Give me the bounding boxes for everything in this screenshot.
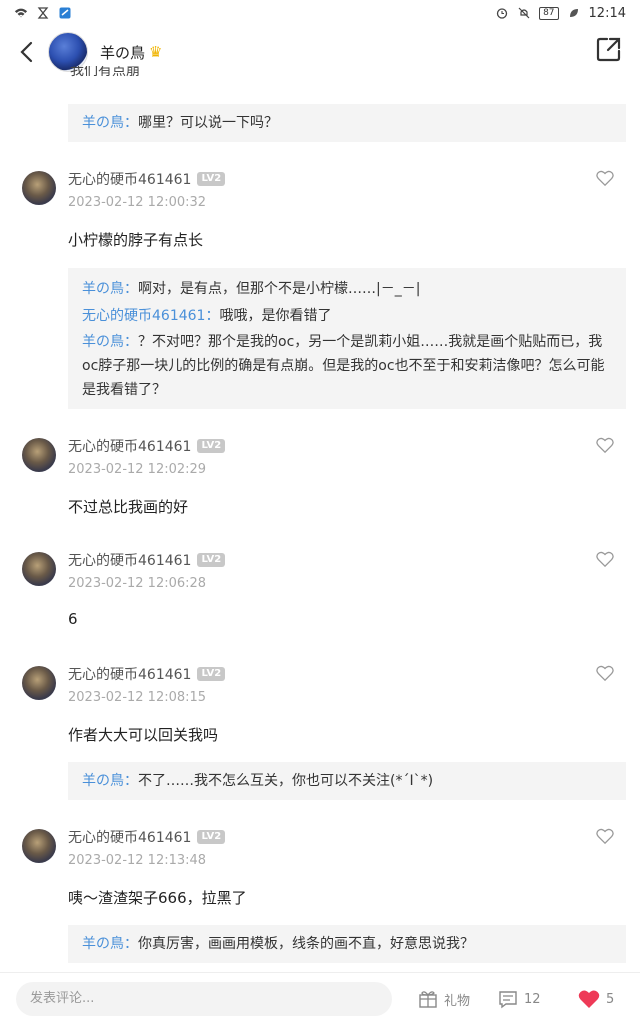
reply-author[interactable]: 羊の鳥：	[82, 334, 138, 350]
heart-icon[interactable]	[596, 827, 614, 845]
level-badge: LV2	[197, 553, 226, 567]
like-count: 5	[606, 991, 615, 1007]
mute-icon	[518, 7, 530, 19]
level-badge: LV2	[197, 667, 226, 681]
leaf-icon	[569, 9, 578, 17]
commenter-name[interactable]: 无心的硬币461461 LV2	[68, 827, 226, 847]
share-external-icon	[596, 37, 621, 62]
commenter-avatar[interactable]	[22, 552, 56, 586]
comment-timestamp: 2023-02-12 12:02:29	[68, 462, 207, 477]
comment-timestamp: 2023-02-12 12:13:48	[68, 853, 207, 868]
reply-box[interactable]: 羊の鳥：你真厉害，画画用模板，线条的画不直，好意思说我？	[68, 925, 626, 963]
author-name-text: 羊の鳥	[100, 43, 146, 62]
commenter-avatar[interactable]	[22, 829, 56, 863]
reply-line: 羊の鳥：啊对，是有点，但那个不是小柠檬……|－_－|	[82, 276, 612, 303]
reply-author[interactable]: 羊の鳥：	[82, 281, 138, 297]
bottom-action-bar: 礼物 12 5	[0, 972, 640, 1024]
commenter-avatar[interactable]	[22, 438, 56, 472]
comment-input[interactable]	[16, 981, 392, 1016]
crown-icon: ♛	[149, 43, 163, 61]
comment-text: 不过总比我画的好	[68, 498, 189, 516]
comment-text: 咦～渣渣架子666，拉黑了	[68, 889, 247, 907]
commenter-name[interactable]: 无心的硬币461461 LV2	[68, 550, 226, 570]
commenter-name-text: 无心的硬币461461	[68, 667, 192, 683]
reply-box[interactable]: 羊の鳥：哪里？可以说一下吗？	[68, 104, 626, 142]
level-badge: LV2	[197, 439, 226, 453]
reply-line: 羊の鳥：？不对吧？那个是我的oc，另一个是凯莉小姐……我就是画个贴贴而已，我oc…	[82, 330, 612, 402]
commenter-name-text: 无心的硬币461461	[68, 172, 192, 188]
commenter-name-text: 无心的硬币461461	[68, 830, 192, 846]
gift-button[interactable]: 礼物	[418, 989, 470, 1009]
comments-button[interactable]: 12	[498, 989, 541, 1009]
comment-timestamp: 2023-02-12 12:00:32	[68, 195, 207, 210]
comment-text: 6	[68, 610, 78, 628]
heart-icon[interactable]	[596, 550, 614, 568]
back-button[interactable]	[12, 32, 40, 72]
status-time: 12:14	[588, 5, 626, 21]
reply-author[interactable]: 无心的硬币461461：	[82, 308, 219, 324]
heart-icon[interactable]	[596, 169, 614, 187]
comment-count: 12	[524, 991, 541, 1007]
gift-label: 礼物	[444, 993, 471, 1009]
comment-bubble-icon	[499, 991, 517, 1009]
commenter-name[interactable]: 无心的硬币461461 LV2	[68, 664, 226, 684]
heart-icon[interactable]	[596, 436, 614, 454]
reply-text: 你真厉害，画画用模板，线条的画不直，好意思说我？	[138, 936, 474, 952]
reply-box[interactable]: 羊の鳥：不了……我不怎么互关，你也可以不关注(*´I`*)	[68, 762, 626, 800]
alarm-icon	[496, 8, 508, 19]
reply-author[interactable]: 羊の鳥：	[82, 773, 138, 789]
battery-indicator: 87	[539, 6, 559, 20]
comment-timestamp: 2023-02-12 12:06:28	[68, 576, 207, 591]
commenter-name[interactable]: 无心的硬币461461 LV2	[68, 436, 226, 456]
comment-text: 作者大大可以回关我吗	[68, 726, 219, 744]
commenter-name[interactable]: 无心的硬币461461 LV2	[68, 169, 226, 189]
clipped-comment-text: 我们有点崩	[70, 66, 190, 78]
level-badge: LV2	[197, 830, 226, 844]
commenter-avatar[interactable]	[22, 666, 56, 700]
status-right: 87 12:14	[495, 6, 626, 21]
app-notification-icon	[59, 7, 71, 19]
reply-text: 哦哦，是你看错了	[219, 308, 332, 324]
level-badge: LV2	[197, 172, 226, 186]
reply-author[interactable]: 羊の鳥：	[82, 115, 138, 131]
heart-icon[interactable]	[596, 664, 614, 682]
like-button[interactable]: 5	[578, 989, 614, 1009]
reply-line: 无心的硬币461461：哦哦，是你看错了	[82, 303, 612, 330]
clipped-text: 我们有点崩	[70, 66, 140, 78]
status-bar: 87 12:14	[0, 0, 640, 26]
reply-text: 啊对，是有点，但那个不是小柠檬……|－_－|	[138, 281, 421, 297]
chevron-left-icon	[20, 41, 33, 63]
comment-timestamp: 2023-02-12 12:08:15	[68, 690, 207, 705]
reply-author[interactable]: 羊の鳥：	[82, 936, 138, 952]
heart-filled-icon	[578, 990, 600, 1008]
reply-text: ？不对吧？那个是我的oc，另一个是凯莉小姐……我就是画个贴贴而已，我oc脖子那一…	[82, 334, 605, 398]
gift-icon	[419, 991, 437, 1008]
author-name[interactable]: 羊の鳥 ♛	[100, 42, 162, 63]
reply-text: 哪里？可以说一下吗？	[138, 115, 278, 131]
commenter-name-text: 无心的硬币461461	[68, 439, 192, 455]
comment-text: 小柠檬的脖子有点长	[68, 231, 204, 249]
hourglass-icon	[37, 7, 49, 19]
wifi-icon	[14, 8, 28, 18]
reply-text: 不了……我不怎么互关，你也可以不关注(*´I`*)	[138, 773, 434, 789]
reply-box[interactable]: 羊の鳥：啊对，是有点，但那个不是小柠檬……|－_－| 无心的硬币461461：哦…	[68, 268, 626, 409]
commenter-avatar[interactable]	[22, 171, 56, 205]
status-left	[14, 7, 72, 19]
commenter-name-text: 无心的硬币461461	[68, 553, 192, 569]
share-button[interactable]	[596, 36, 626, 66]
